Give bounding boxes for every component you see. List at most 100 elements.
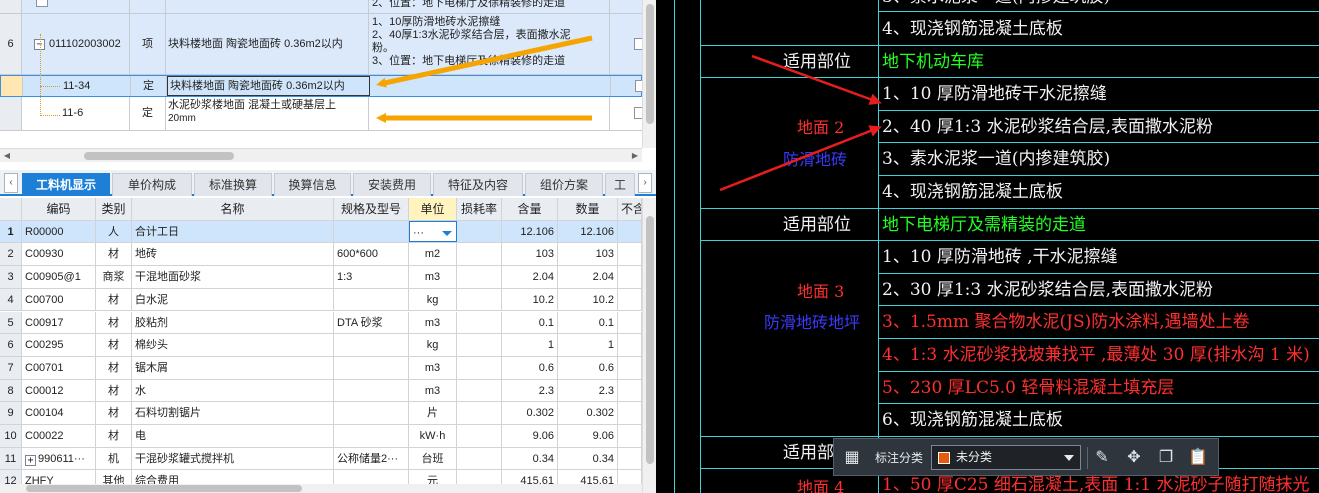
qty-cell[interactable]: 9.06 (558, 425, 618, 447)
unit-cell[interactable]: ··· (409, 220, 457, 243)
table-row[interactable]: 6 − 011102003002 项 块料楼地面 陶瓷地面砖 0.36m2以内 … (0, 14, 642, 75)
name-cell[interactable]: 胶粘剂 (132, 311, 334, 334)
content-cell[interactable]: 0.6 (502, 356, 558, 379)
table-row[interactable]: 7 C00701 材锯木屑 m3 0.6 0.6 (0, 356, 642, 380)
name-cell[interactable]: 合计工日 (132, 220, 334, 243)
table-row[interactable]: 2、位置：地下电梯厅及徐精装修的走道 (0, 0, 642, 14)
qty-cell[interactable]: 0.6 (558, 356, 618, 379)
cat-cell[interactable]: 材 (96, 402, 132, 424)
name-cell[interactable]: 地砖 (132, 243, 334, 266)
chevron-down-icon[interactable] (442, 230, 452, 236)
grid-apps-icon[interactable]: ▦ (842, 448, 862, 468)
loss-cell[interactable] (457, 243, 502, 266)
loss-cell[interactable] (457, 379, 502, 402)
excl-header[interactable]: 不含 (618, 198, 642, 220)
qty-cell[interactable]: 12.106 (558, 220, 618, 243)
unit-cell[interactable]: kg (409, 334, 457, 356)
code-cell[interactable]: C00700 (22, 288, 96, 311)
spec-cell[interactable] (334, 220, 409, 243)
spec-cell[interactable] (334, 402, 409, 424)
loss-cell[interactable] (457, 220, 502, 243)
tab-scroll-left-icon[interactable]: ‹ (4, 173, 18, 193)
table-row[interactable]: 11-34 定 块料楼地面 陶瓷地面砖 0.36m2以内 (0, 75, 642, 97)
table-row[interactable]: 2 C00930 材地砖 600*600 m2 103 103 (0, 243, 642, 267)
table-row[interactable]: 9 C00104 材石料切割锯片 片 0.302 0.302 (0, 402, 642, 425)
content-cell[interactable]: 0.34 (502, 447, 558, 470)
horizontal-scrollbar[interactable] (0, 484, 642, 493)
loss-cell[interactable] (457, 334, 502, 356)
unit-cell[interactable]: kg (409, 288, 457, 311)
scroll-left-icon[interactable]: ◀ (0, 149, 14, 163)
cat-cell[interactable]: 材 (96, 425, 132, 447)
spec-cell[interactable] (334, 379, 409, 402)
table-row[interactable]: 5 C00917 材胶粘剂 DTA 砂浆 m3 0.1 0.1 (0, 311, 642, 335)
unit-cell[interactable]: m3 (409, 311, 457, 334)
content-cell[interactable]: 0.1 (502, 311, 558, 334)
code-cell[interactable]: C00022 (22, 425, 96, 447)
code-header[interactable]: 编码 (22, 198, 96, 220)
copy-icon[interactable]: ❐ (1156, 448, 1176, 468)
loss-cell[interactable] (457, 402, 502, 424)
name-cell[interactable]: 棉纱头 (132, 334, 334, 356)
unit-cell[interactable]: kW·h (409, 425, 457, 447)
code-cell[interactable]: C00917 (22, 311, 96, 334)
code-cell[interactable]: C00905@1 (22, 266, 96, 288)
name-cell[interactable]: 电 (132, 425, 334, 447)
content-cell[interactable]: 10.2 (502, 288, 558, 311)
cat-cell[interactable]: 材 (96, 311, 132, 334)
tab-conversion-info[interactable]: 换算信息 (274, 173, 351, 196)
quantity-header[interactable]: 数量 (558, 198, 618, 220)
qty-cell[interactable]: 2.3 (558, 379, 618, 402)
scroll-right-icon[interactable]: ▶ (628, 149, 642, 163)
content-cell[interactable]: 2.3 (502, 379, 558, 402)
name-cell[interactable]: 石料切割锯片 (132, 402, 334, 424)
cat-cell[interactable]: 材 (96, 334, 132, 356)
name-header[interactable]: 名称 (132, 198, 334, 220)
cat-cell[interactable]: 商浆 (96, 266, 132, 288)
name-cell[interactable]: 干混地面砂浆 (132, 266, 334, 288)
name-cell[interactable]: 干混砂浆罐式搅拌机 (132, 447, 334, 470)
spec-cell[interactable]: DTA 砂浆 (334, 311, 409, 334)
spec-cell[interactable] (334, 425, 409, 447)
tab-resource-display[interactable]: 工料机显示 (22, 173, 110, 196)
table-row[interactable]: 6 C00295 材棉纱头 kg 1 1 (0, 334, 642, 357)
code-cell[interactable]: C00701 (22, 356, 96, 379)
tab-features[interactable]: 特征及内容 (433, 173, 523, 196)
name-cell[interactable]: 水 (132, 379, 334, 402)
spec-cell[interactable] (334, 288, 409, 311)
loss-cell[interactable] (457, 311, 502, 334)
tab-install-cost[interactable]: 安装费用 (353, 173, 431, 196)
row-checkbox[interactable] (634, 107, 642, 119)
tab-more[interactable]: 工 (605, 173, 635, 196)
name-cell[interactable]: 白水泥 (132, 288, 334, 311)
tab-standard-conversion[interactable]: 标准换算 (194, 173, 272, 196)
move-icon[interactable]: ✥ (1124, 448, 1144, 468)
content-cell[interactable]: 1 (502, 334, 558, 356)
loss-cell[interactable] (457, 266, 502, 288)
row-checkbox[interactable] (635, 80, 642, 92)
table-row[interactable]: 4 C00700 材白水泥 kg 10.2 10.2 (0, 288, 642, 312)
horizontal-scrollbar[interactable]: ◀ ▶ (0, 148, 642, 162)
edit-icon[interactable]: ✎ (1092, 448, 1112, 468)
vertical-scrollbar[interactable] (642, 198, 656, 493)
code-cell[interactable]: C00930 (22, 243, 96, 266)
unit-cell[interactable]: m3 (409, 356, 457, 379)
spec-cell[interactable] (334, 334, 409, 356)
cat-cell[interactable]: 机 (96, 447, 132, 470)
loss-rate-header[interactable]: 损耗率 (457, 198, 502, 220)
unit-cell[interactable]: 片 (409, 402, 457, 424)
spec-cell[interactable]: 1:3 (334, 266, 409, 288)
row-checkbox[interactable] (634, 38, 642, 50)
loss-cell[interactable] (457, 425, 502, 447)
qty-cell[interactable]: 0.34 (558, 447, 618, 470)
qty-cell[interactable]: 0.302 (558, 402, 618, 424)
category-header[interactable]: 类别 (96, 198, 132, 220)
qty-cell[interactable]: 10.2 (558, 288, 618, 311)
code-cell[interactable]: C00104 (22, 402, 96, 424)
content-cell[interactable]: 2.04 (502, 266, 558, 288)
table-row[interactable]: 1 R00000 人合计工日 ··· 12.106 12.106 (0, 220, 642, 244)
cat-cell[interactable]: 材 (96, 379, 132, 402)
unit-cell[interactable]: m2 (409, 243, 457, 266)
paste-icon[interactable]: 📋 (1188, 448, 1208, 468)
code-cell[interactable]: C00295 (22, 334, 96, 356)
